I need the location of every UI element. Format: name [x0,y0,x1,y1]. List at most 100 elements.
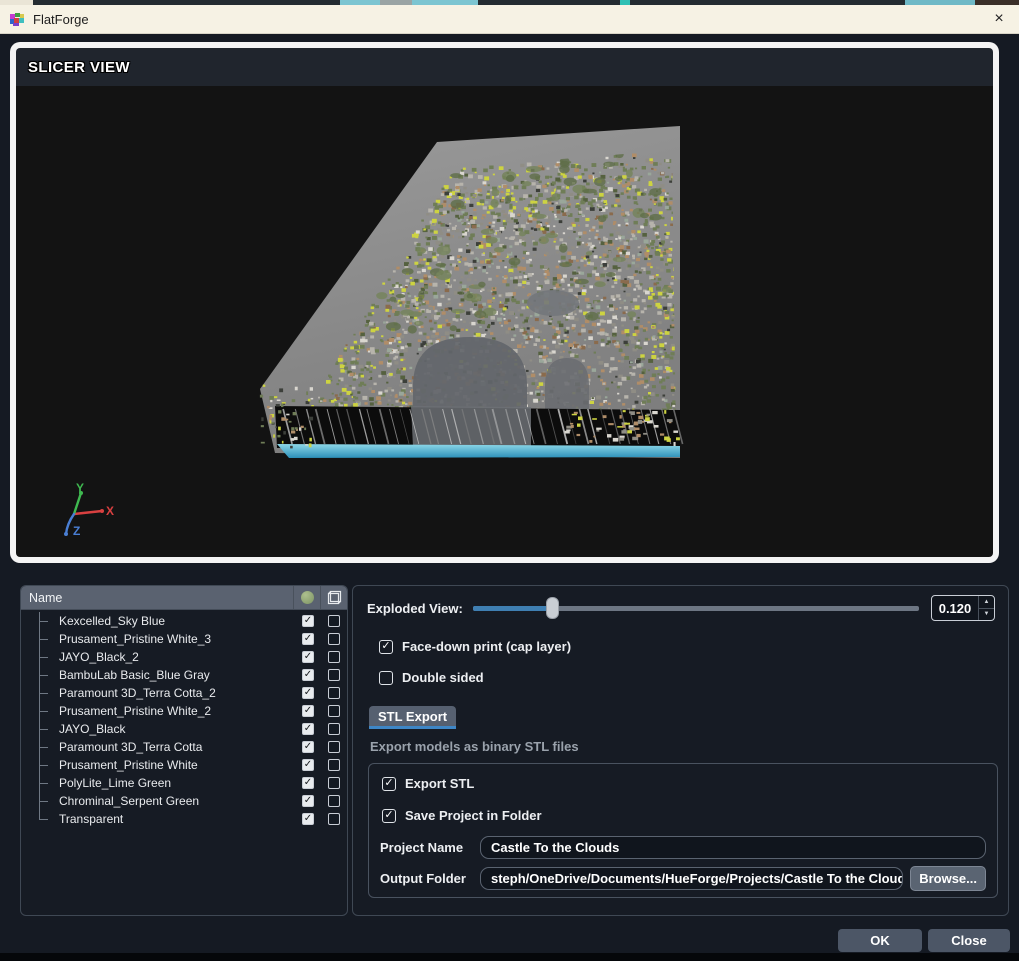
export-options-panel: Exploded View: 0.120 ▲ ▼ Face-down print… [352,585,1009,916]
face-down-label: Face-down print (cap layer) [402,639,571,654]
front-edge-gray-section [411,406,531,447]
list-item[interactable]: Paramount 3D_Terra Cotta [21,738,347,756]
visibility-checkbox[interactable] [302,759,314,771]
exploded-view-slider[interactable] [473,597,919,619]
list-item[interactable]: JAYO_Black [21,720,347,738]
filament-name: JAYO_Black_2 [53,650,295,664]
layer-checkbox-cell [321,651,347,663]
exploded-view-spinbox[interactable]: 0.120 ▲ ▼ [931,595,995,621]
tree-branch-line [39,720,53,738]
layer-checkbox-cell [321,759,347,771]
tree-branch-line [39,738,53,756]
project-name-input[interactable]: Castle To the Clouds [480,836,986,859]
ok-button[interactable]: OK [838,929,922,952]
name-column-header: Name [21,591,293,605]
bridge-arch-large [413,337,527,416]
visibility-checkbox[interactable] [302,813,314,825]
list-item[interactable]: PolyLite_Lime Green [21,774,347,792]
spin-down-arrow[interactable]: ▼ [979,609,994,621]
visibility-checkbox[interactable] [302,669,314,681]
filament-name: Prusament_Pristine White_3 [53,632,295,646]
project-name-row: Project Name Castle To the Clouds [380,836,986,859]
visibility-checkbox[interactable] [302,705,314,717]
list-item[interactable]: Chrominal_Serpent Green [21,792,347,810]
axis-z-label: Z [73,524,80,538]
output-folder-input[interactable]: steph/OneDrive/Documents/HueForge/Projec… [480,867,903,890]
list-item[interactable]: Prusament_Pristine White_3 [21,630,347,648]
layer-checkbox[interactable] [328,759,340,771]
filament-name: Paramount 3D_Terra Cotta [53,740,295,754]
visibility-checkbox-cell [295,651,321,663]
layer-checkbox[interactable] [328,633,340,645]
slicer-view-title: SLICER VIEW [28,59,130,76]
visibility-checkbox-cell [295,759,321,771]
axis-y-label: Y [76,482,84,495]
list-item[interactable]: BambuLab Basic_Blue Gray [21,666,347,684]
tree-branch-line [39,666,53,684]
list-item[interactable]: Transparent [21,810,347,828]
close-window-button[interactable]: × [979,5,1019,33]
tree-branch-line [39,648,53,666]
layer-checkbox[interactable] [328,669,340,681]
layers-column-header[interactable] [320,586,347,609]
layer-checkbox[interactable] [328,723,340,735]
double-sided-row: Double sided [379,670,484,685]
visibility-checkbox[interactable] [302,633,314,645]
visibility-column-header[interactable] [293,586,320,609]
tree-branch-line [39,684,53,702]
layer-checkbox[interactable] [328,813,340,825]
stl-export-description: Export models as binary STL files [370,739,579,754]
visibility-checkbox-cell [295,705,321,717]
slicer-view-frame: SLICER VIEW [10,42,999,563]
visibility-checkbox[interactable] [302,615,314,627]
save-project-label: Save Project in Folder [405,808,542,823]
visibility-checkbox[interactable] [302,741,314,753]
layer-checkbox[interactable] [328,795,340,807]
titlebar[interactable]: FlatForge × [0,5,1019,34]
filament-name: JAYO_Black [53,722,295,736]
window-title: FlatForge [33,12,89,27]
browse-button[interactable]: Browse... [910,866,986,891]
output-folder-label: Output Folder [380,871,480,886]
close-button[interactable]: Close [928,929,1010,952]
layer-checkbox[interactable] [328,651,340,663]
visibility-checkbox[interactable] [302,687,314,699]
visibility-checkbox[interactable] [302,777,314,789]
visibility-checkbox[interactable] [302,651,314,663]
tree-branch-line [39,774,53,792]
visibility-checkbox-cell [295,615,321,627]
layer-checkbox[interactable] [328,687,340,699]
layer-checkbox[interactable] [328,777,340,789]
layer-checkbox[interactable] [328,741,340,753]
exploded-view-value[interactable]: 0.120 [932,596,978,620]
list-item[interactable]: Prusament_Pristine White_2 [21,702,347,720]
green-dot-icon [301,591,314,604]
visibility-checkbox[interactable] [302,795,314,807]
filament-list-panel: Name Kexcelled_Sky Blue Prusament_Pristin… [20,585,348,916]
layer-checkbox[interactable] [328,615,340,627]
tree-branch-line [39,810,53,828]
list-item[interactable]: Prusament_Pristine White [21,756,347,774]
3d-model-render [16,86,993,557]
slicer-3d-viewport[interactable]: X Y Z [16,86,993,557]
export-stl-checkbox[interactable] [382,777,396,791]
layer-checkbox[interactable] [328,705,340,717]
spin-up-arrow[interactable]: ▲ [979,596,994,609]
bridge-arch-small [545,358,589,416]
visibility-checkbox-cell [295,741,321,753]
slider-handle[interactable] [546,597,559,619]
layer-checkbox-cell [321,705,347,717]
list-item[interactable]: Paramount 3D_Terra Cotta_2 [21,684,347,702]
double-sided-checkbox[interactable] [379,671,393,685]
save-project-checkbox[interactable] [382,809,396,823]
filament-name: Prusament_Pristine White [53,758,295,772]
filament-name: Prusament_Pristine White_2 [53,704,295,718]
list-item[interactable]: Kexcelled_Sky Blue [21,612,347,630]
face-down-checkbox[interactable] [379,640,393,654]
app-icon [10,12,25,27]
layer-checkbox-cell [321,795,347,807]
axis-x-label: X [106,504,114,518]
visibility-checkbox[interactable] [302,723,314,735]
tab-stl-export[interactable]: STL Export [369,706,456,729]
list-item[interactable]: JAYO_Black_2 [21,648,347,666]
